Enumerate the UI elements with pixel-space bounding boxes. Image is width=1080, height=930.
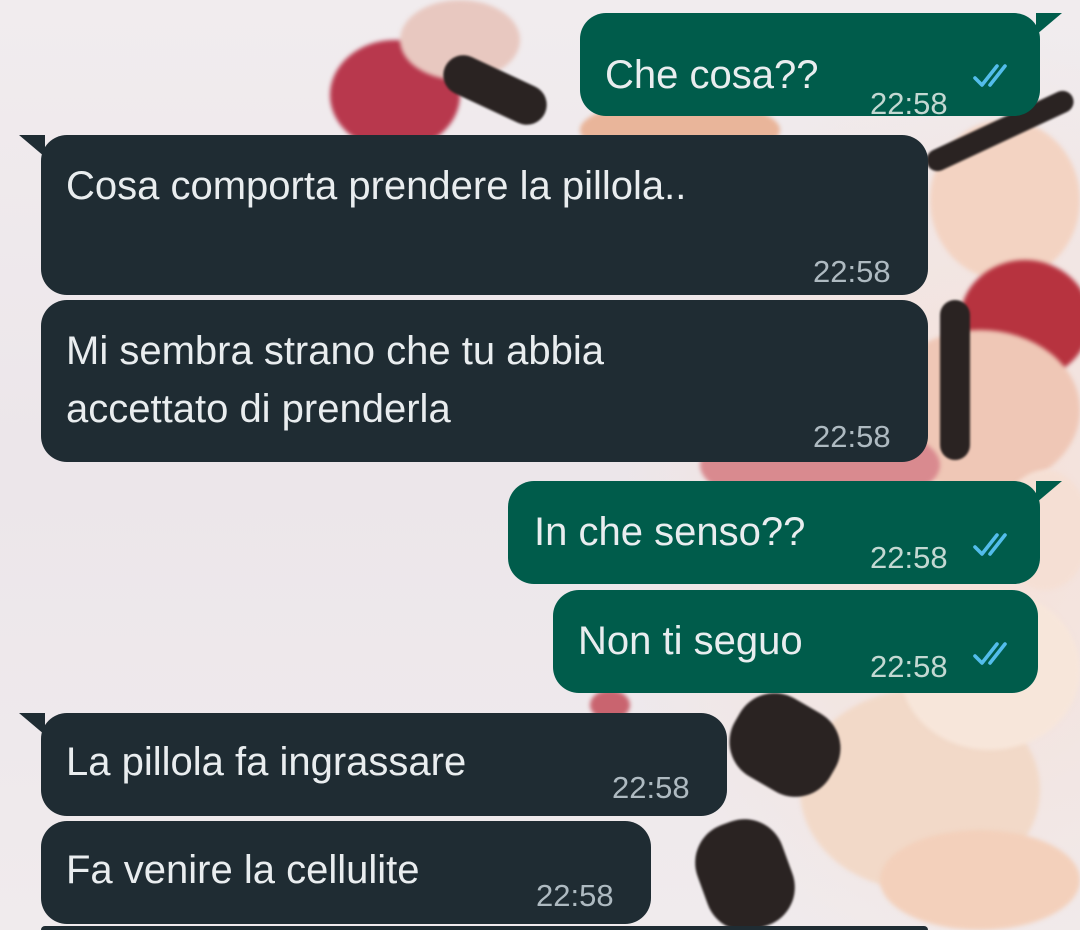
message-text: La pillola fa ingrassare	[66, 740, 467, 784]
message-text: Fa venire la cellulite	[66, 848, 420, 892]
message-time: 22:58	[813, 254, 891, 289]
double-check-icon	[973, 533, 1007, 556]
message-text: accettato di prenderla	[66, 387, 451, 431]
message-text: Cosa comporta prendere la pillola..	[66, 164, 687, 208]
message-bubble-incoming[interactable]: Mi sembra strano che tu abbia accettato …	[41, 300, 928, 462]
message-text: Mi sembra strano che tu abbia	[66, 329, 605, 373]
message-bubble-incoming[interactable]	[41, 926, 928, 930]
bubble-tail	[19, 135, 45, 157]
bubble-tail	[1036, 13, 1062, 35]
message-time: 22:58	[870, 86, 948, 121]
message-list[interactable]: Che cosa?? 22:58 Cosa comporta prendere …	[0, 0, 1080, 930]
message-bubble-outgoing[interactable]: Non ti seguo 22:58	[553, 590, 1038, 693]
message-bubble-outgoing[interactable]: Che cosa?? 22:58	[580, 13, 1062, 121]
message-text: In che senso??	[534, 510, 806, 554]
message-bubble-incoming[interactable]: Fa venire la cellulite 22:58	[41, 821, 651, 924]
message-time: 22:58	[813, 419, 891, 454]
message-text: Non ti seguo	[578, 619, 803, 663]
bubble-tail	[1036, 481, 1062, 503]
message-time: 22:58	[612, 770, 690, 805]
message-bubble-incoming[interactable]: La pillola fa ingrassare 22:58	[19, 713, 727, 816]
message-time: 22:58	[536, 878, 614, 913]
message-bubble-outgoing[interactable]: In che senso?? 22:58	[508, 481, 1062, 584]
double-check-icon	[973, 64, 1007, 87]
bubble-tail	[19, 713, 45, 735]
message-bubble-incoming[interactable]: Cosa comporta prendere la pillola.. 22:5…	[19, 135, 928, 295]
message-time: 22:58	[870, 540, 948, 575]
double-check-icon	[973, 642, 1007, 665]
message-time: 22:58	[870, 649, 948, 684]
message-text: Che cosa??	[605, 53, 819, 97]
